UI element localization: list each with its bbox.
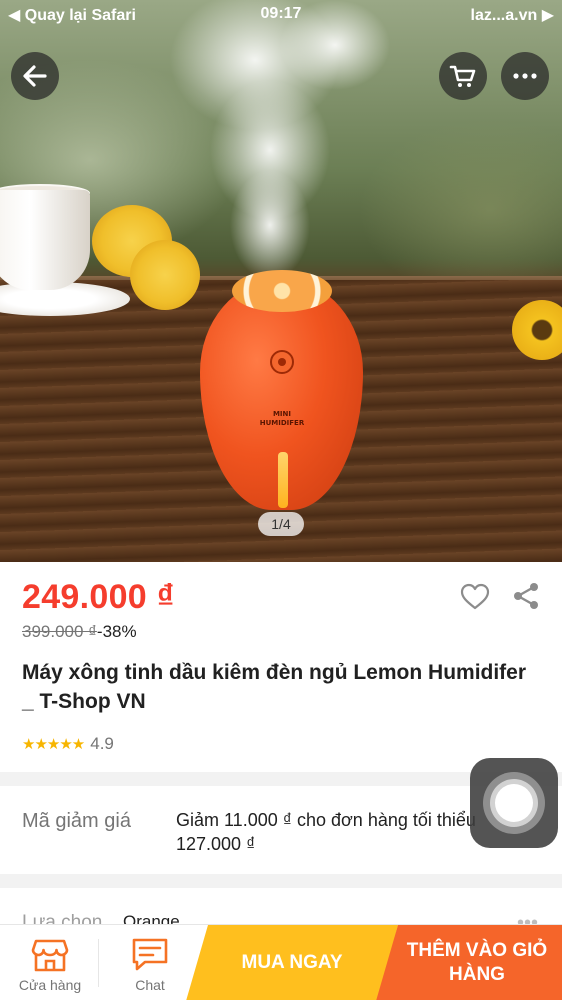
product-print-line: HUMIDIFER (259, 419, 305, 427)
status-bar: ◀ Quay lại Safari 09:17 laz...a.vn ▶ (0, 0, 562, 30)
store-label: Cửa hàng (18, 977, 82, 993)
power-button-graphic (270, 350, 294, 374)
add-to-cart-line: THÊM VÀO GIỎ (406, 940, 548, 961)
back-button[interactable] (11, 52, 59, 100)
store-icon (31, 939, 69, 972)
more-dots-icon (513, 73, 537, 79)
discount-percent: -38% (96, 622, 137, 641)
flower (130, 240, 200, 310)
humidifier-product: MINI HUMIDIFER (200, 270, 363, 513)
steam (230, 170, 310, 280)
night-light (278, 452, 288, 508)
arrow-left-icon (23, 65, 47, 87)
cup (0, 190, 90, 290)
heart-icon (460, 583, 490, 610)
wishlist-button[interactable] (460, 582, 490, 612)
store-button[interactable]: Cửa hàng (0, 925, 100, 1000)
buy-now-label: MUA NGAY (241, 952, 343, 973)
shopping-cart-icon (449, 65, 476, 87)
chat-label: Chat (135, 977, 165, 993)
share-icon (514, 583, 538, 609)
background-blur (360, 120, 562, 300)
share-button[interactable] (510, 580, 542, 612)
voucher-line: Giảm 11.000 ₫ cho đơn hàng tối thiểu (176, 810, 476, 830)
more-button[interactable] (501, 52, 549, 100)
price-original-row: 399.000 ₫-38% (22, 622, 137, 642)
cart-button[interactable] (439, 52, 487, 100)
product-price: 249.000 ₫ (22, 578, 175, 616)
add-to-cart-line: HÀNG (449, 964, 505, 985)
add-to-cart-label: THÊM VÀO GIỎ HÀNG (407, 939, 547, 987)
voucher-label: Mã giảm giá (22, 810, 131, 832)
product-info: 249.000 ₫ 399.000 ₫-38% Máy xông tinh dầ… (0, 562, 562, 772)
lemon-slice-top (232, 270, 332, 312)
product-title: Máy xông tinh dầu kiêm đèn ngủ Lemon Hum… (22, 661, 527, 713)
section-divider (0, 874, 562, 888)
image-counter: 1/4 (258, 512, 304, 536)
url-indicator[interactable]: laz...a.vn ▶ (471, 5, 554, 25)
voucher-description: Giảm 11.000 ₫ cho đơn hàng tối thiểu 127… (176, 808, 476, 856)
product-print-line: MINI (272, 410, 292, 418)
chat-button[interactable]: Chat (100, 925, 200, 1000)
buy-now-button[interactable]: MUA NGAY (186, 925, 398, 1000)
voucher-line: 127.000 ₫ (176, 834, 256, 854)
original-price: 399.000 ₫ (22, 622, 97, 641)
rating[interactable]: ★★★★★ 4.9 (22, 734, 114, 754)
tab-divider (98, 939, 99, 987)
chat-icon (132, 938, 168, 971)
assistive-ring (495, 784, 533, 822)
assistive-touch-button[interactable] (470, 758, 558, 848)
product-print: MINI HUMIDIFER (240, 410, 324, 428)
product-page: MINI HUMIDIFER 1/4 ◀ Quay lại Safari 09:… (0, 0, 562, 1000)
star-rating-icon: ★★★★★ (22, 736, 85, 753)
rating-value: 4.9 (90, 734, 114, 753)
add-to-cart-button[interactable]: THÊM VÀO GIỎ HÀNG (376, 925, 562, 1000)
bottom-action-bar: Cửa hàng Chat MUA NGAY THÊM VÀO GIỎ HÀNG (0, 924, 562, 1000)
